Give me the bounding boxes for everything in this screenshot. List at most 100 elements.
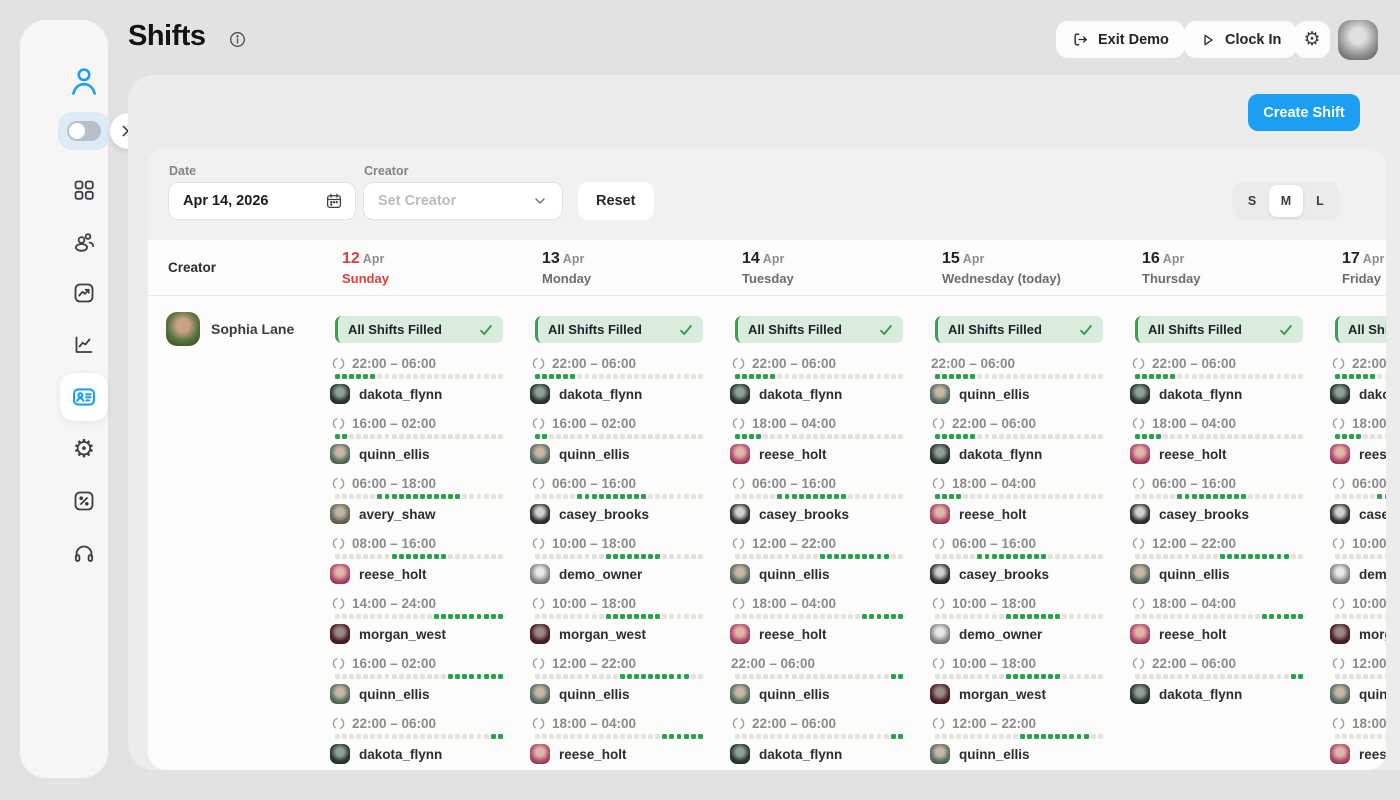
shift-item[interactable]: 22:00 – 06:00 quinn_ellis xyxy=(930,356,1108,406)
shift-item[interactable]: 10:00 – 18:00 demo_owner xyxy=(930,596,1108,646)
shift-item[interactable]: 18:00 – 04:00 reese_holt xyxy=(530,716,708,766)
shift-item[interactable]: 22:00 – 06:00 dakota_flynn xyxy=(1330,356,1386,406)
size-large-button[interactable]: L xyxy=(1303,185,1337,217)
shift-item[interactable]: 06:00 – 16:00 casey_brooks xyxy=(1330,476,1386,526)
hour-dot xyxy=(377,614,382,619)
hour-dot xyxy=(999,494,1004,499)
hour-dot xyxy=(585,554,590,559)
shift-item[interactable]: 18:00 – 04:00 reese_holt xyxy=(730,596,908,646)
shift-item[interactable]: 18:00 – 04:00 reese_holt xyxy=(1330,716,1386,766)
shift-item[interactable]: 10:00 – 18:00 morgan_west xyxy=(530,596,708,646)
shift-item[interactable]: 06:00 – 18:00 avery_shaw xyxy=(330,476,508,526)
hour-dot xyxy=(441,554,446,559)
shift-item[interactable]: 06:00 – 16:00 casey_brooks xyxy=(930,536,1108,586)
hour-dot xyxy=(592,674,597,679)
hour-dot xyxy=(698,674,703,679)
hour-dot xyxy=(648,554,653,559)
shift-item[interactable]: 16:00 – 02:00 quinn_ellis xyxy=(530,416,708,466)
day-month: Apr xyxy=(563,252,585,266)
sidebar-item-support[interactable] xyxy=(60,529,108,577)
hour-dot xyxy=(985,434,990,439)
shift-item[interactable]: 22:00 – 06:00 dakota_flynn xyxy=(1130,656,1308,706)
hour-dot xyxy=(742,374,747,379)
shift-hours-bar xyxy=(735,434,903,439)
shift-item[interactable]: 12:00 – 22:00 quinn_ellis xyxy=(530,656,708,706)
hour-dot xyxy=(1077,674,1082,679)
hour-dot xyxy=(935,554,940,559)
shift-item[interactable]: 22:00 – 06:00 dakota_flynn xyxy=(1130,356,1308,406)
hour-dot xyxy=(1356,374,1361,379)
sidebar-item-settings[interactable]: ⚙ xyxy=(60,425,108,473)
hour-dot xyxy=(613,734,618,739)
shift-item[interactable]: 22:00 – 06:00 dakota_flynn xyxy=(530,356,708,406)
hour-dot xyxy=(691,674,696,679)
hour-dot xyxy=(1013,734,1018,739)
hour-dot xyxy=(956,374,961,379)
shift-item[interactable]: 16:00 – 02:00 quinn_ellis xyxy=(330,416,508,466)
banner-label: All Shifts Filled xyxy=(748,322,842,337)
sidebar-item-dashboard[interactable] xyxy=(60,166,108,214)
shift-item[interactable]: 18:00 – 04:00 reese_holt xyxy=(930,476,1108,526)
shift-item[interactable]: 12:00 – 22:00 quinn_ellis xyxy=(1330,656,1386,706)
sidebar-item-activity[interactable] xyxy=(60,269,108,317)
shift-item[interactable]: 10:00 – 18:00 demo_owner xyxy=(530,536,708,586)
shift-username: quinn_ellis xyxy=(959,747,1030,762)
shift-item[interactable]: 14:00 – 24:00 morgan_west xyxy=(330,596,508,646)
hour-dot xyxy=(563,614,568,619)
sidebar-item-analytics[interactable] xyxy=(60,321,108,369)
shift-item[interactable]: 18:00 – 04:00 reese_holt xyxy=(730,416,908,466)
filter-bar: Date Apr 14, 2026 Creator Set Creator Re… xyxy=(148,148,1386,240)
shift-item[interactable]: 22:00 – 06:00 quinn_ellis xyxy=(730,656,908,706)
size-medium-button[interactable]: M xyxy=(1269,185,1303,217)
sidebar-item-rates[interactable] xyxy=(60,477,108,525)
shift-user-avatar xyxy=(730,504,750,524)
date-input[interactable]: Apr 14, 2026 xyxy=(168,182,356,220)
shift-item[interactable]: 10:00 – 18:00 demo_owner xyxy=(1330,536,1386,586)
shift-item[interactable]: 12:00 – 22:00 quinn_ellis xyxy=(1130,536,1308,586)
header-settings-button[interactable]: ⚙ xyxy=(1294,21,1330,58)
reset-button[interactable]: Reset xyxy=(578,182,654,220)
shift-item[interactable]: 18:00 – 04:00 reese_holt xyxy=(1130,596,1308,646)
shift-item[interactable]: 12:00 – 22:00 quinn_ellis xyxy=(930,716,1108,766)
shift-item[interactable]: 06:00 – 16:00 casey_brooks xyxy=(530,476,708,526)
sidebar-item-team[interactable] xyxy=(60,218,108,266)
hour-dot xyxy=(1385,674,1386,679)
hour-dot xyxy=(1234,674,1239,679)
shift-hours-bar xyxy=(535,674,703,679)
shift-item[interactable]: 10:00 – 18:00 morgan_west xyxy=(930,656,1108,706)
collapse-toggle[interactable] xyxy=(58,112,110,150)
shift-list: 22:00 – 06:00 dakota_flynn 16:00 – 02:00… xyxy=(330,356,508,766)
shift-item[interactable]: 18:00 – 04:00 reese_holt xyxy=(1330,416,1386,466)
shift-item[interactable]: 10:00 – 18:00 morgan_west xyxy=(1330,596,1386,646)
shift-item[interactable]: 06:00 – 16:00 casey_brooks xyxy=(730,476,908,526)
exit-demo-button[interactable]: Exit Demo xyxy=(1056,21,1185,58)
shift-item[interactable]: 22:00 – 06:00 dakota_flynn xyxy=(730,716,908,766)
hour-dot xyxy=(1062,554,1067,559)
day-column-header: 17Apr Friday xyxy=(1342,250,1384,286)
hour-dot xyxy=(1213,554,1218,559)
hour-dot xyxy=(484,554,489,559)
shift-item[interactable]: 18:00 – 04:00 reese_holt xyxy=(1130,416,1308,466)
hour-dot xyxy=(813,494,818,499)
hour-dot xyxy=(1020,614,1025,619)
creator-row[interactable]: Sophia Lane xyxy=(166,312,294,346)
shift-item[interactable]: 22:00 – 06:00 dakota_flynn xyxy=(730,356,908,406)
info-icon[interactable] xyxy=(228,30,247,49)
banner-label: All Shifts Filled xyxy=(1148,322,1242,337)
shift-item[interactable]: 06:00 – 16:00 casey_brooks xyxy=(1130,476,1308,526)
shift-item[interactable]: 22:00 – 06:00 dakota_flynn xyxy=(330,356,508,406)
shift-item[interactable]: 08:00 – 16:00 reese_holt xyxy=(330,536,508,586)
shift-hours-bar xyxy=(1135,674,1303,679)
shift-username: reese_holt xyxy=(759,447,827,462)
size-small-button[interactable]: S xyxy=(1235,185,1269,217)
shift-item[interactable]: 22:00 – 06:00 dakota_flynn xyxy=(930,416,1108,466)
clock-in-button[interactable]: Clock In xyxy=(1184,21,1297,58)
shift-item[interactable]: 22:00 – 06:00 dakota_flynn xyxy=(330,716,508,766)
creator-select[interactable]: Set Creator xyxy=(363,182,563,220)
user-avatar[interactable] xyxy=(1338,20,1378,60)
hour-dot xyxy=(777,674,782,679)
create-shift-button[interactable]: Create Shift xyxy=(1248,94,1360,131)
shift-item[interactable]: 12:00 – 22:00 quinn_ellis xyxy=(730,536,908,586)
sidebar-item-shifts[interactable] xyxy=(60,373,108,421)
shift-item[interactable]: 16:00 – 02:00 quinn_ellis xyxy=(330,656,508,706)
